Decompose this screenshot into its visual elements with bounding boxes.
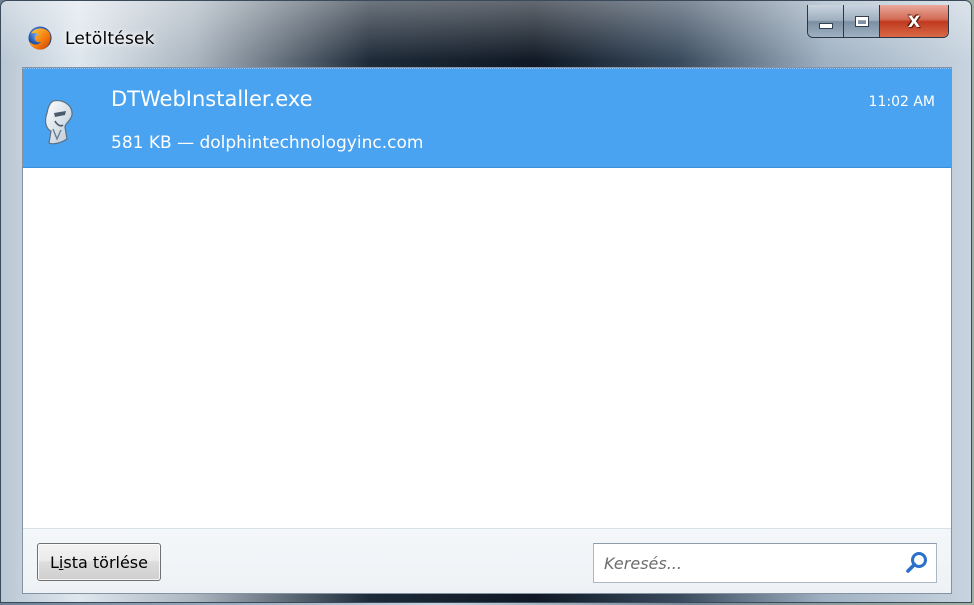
- search-input[interactable]: [594, 544, 904, 582]
- maximize-icon: [854, 15, 869, 27]
- client-area: DTWebInstaller.exe 581 KB — dolphintechn…: [22, 67, 952, 594]
- search-box[interactable]: [593, 543, 937, 583]
- download-list: DTWebInstaller.exe 581 KB — dolphintechn…: [23, 68, 951, 529]
- download-file-name: DTWebInstaller.exe: [111, 87, 313, 111]
- minimize-button[interactable]: [808, 5, 844, 37]
- clear-list-button[interactable]: Li sta törlése: [37, 543, 161, 581]
- close-icon: X: [907, 11, 921, 31]
- bottom-toolbar: Li sta törlése: [23, 528, 951, 593]
- download-item[interactable]: DTWebInstaller.exe 581 KB — dolphintechn…: [23, 68, 951, 168]
- clear-button-label-prefix: L: [50, 552, 59, 572]
- title-bar[interactable]: Letöltések X: [1, 1, 971, 63]
- download-time: 11:02 AM: [868, 94, 935, 110]
- maximize-button[interactable]: [844, 5, 880, 37]
- clear-button-label-suffix: sta törlése: [63, 552, 148, 572]
- close-button[interactable]: X: [880, 5, 948, 37]
- window-title: Letöltések: [65, 29, 155, 49]
- firefox-icon: [28, 26, 52, 50]
- caption-buttons: X: [807, 5, 949, 38]
- installer-file-icon: [45, 100, 73, 145]
- downloads-window: Letöltések X DTWebInstaller.exe 581 KB —…: [0, 0, 972, 603]
- download-file-meta: 581 KB — dolphintechnologyinc.com: [111, 133, 424, 153]
- search-icon[interactable]: [904, 550, 930, 576]
- minimize-icon: [818, 23, 833, 29]
